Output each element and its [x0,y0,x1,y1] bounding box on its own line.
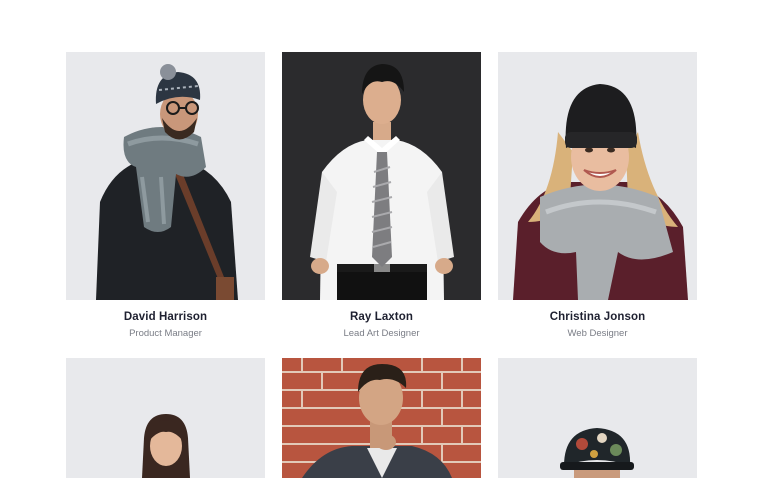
team-member-photo[interactable] [282,358,481,478]
person-photo-icon [66,358,265,478]
team-card-ray-laxton[interactable]: Ray Laxton Lead Art Designer [282,52,481,358]
person-photo-icon [498,52,697,300]
person-photo-icon [282,358,481,478]
team-card-david-harrison[interactable]: David Harrison Product Manager [66,52,265,358]
team-member-photo[interactable] [66,358,265,478]
team-member-photo[interactable] [282,52,481,300]
team-member-role: Product Manager [129,328,202,339]
team-member-name: David Harrison [123,311,208,323]
team-card-4[interactable] [66,358,265,478]
team-member-name: Ray Laxton [350,311,413,323]
person-photo-icon [66,52,265,300]
team-card-6[interactable] [498,358,697,478]
team-member-photo[interactable] [66,52,265,300]
team-card-christina-jonson[interactable]: Christina Jonson Web Designer [498,52,697,358]
person-photo-icon [498,358,697,478]
team-card-5[interactable] [282,358,481,478]
team-member-role: Web Designer [567,328,628,339]
team-member-photo[interactable] [498,358,697,478]
person-photo-icon [282,52,481,300]
team-member-role: Lead Art Designer [343,328,420,339]
team-member-name: Christina Jonson [549,311,646,323]
team-member-photo[interactable] [498,52,697,300]
team-grid: David Harrison Product Manager Ray Laxto… [66,52,698,478]
